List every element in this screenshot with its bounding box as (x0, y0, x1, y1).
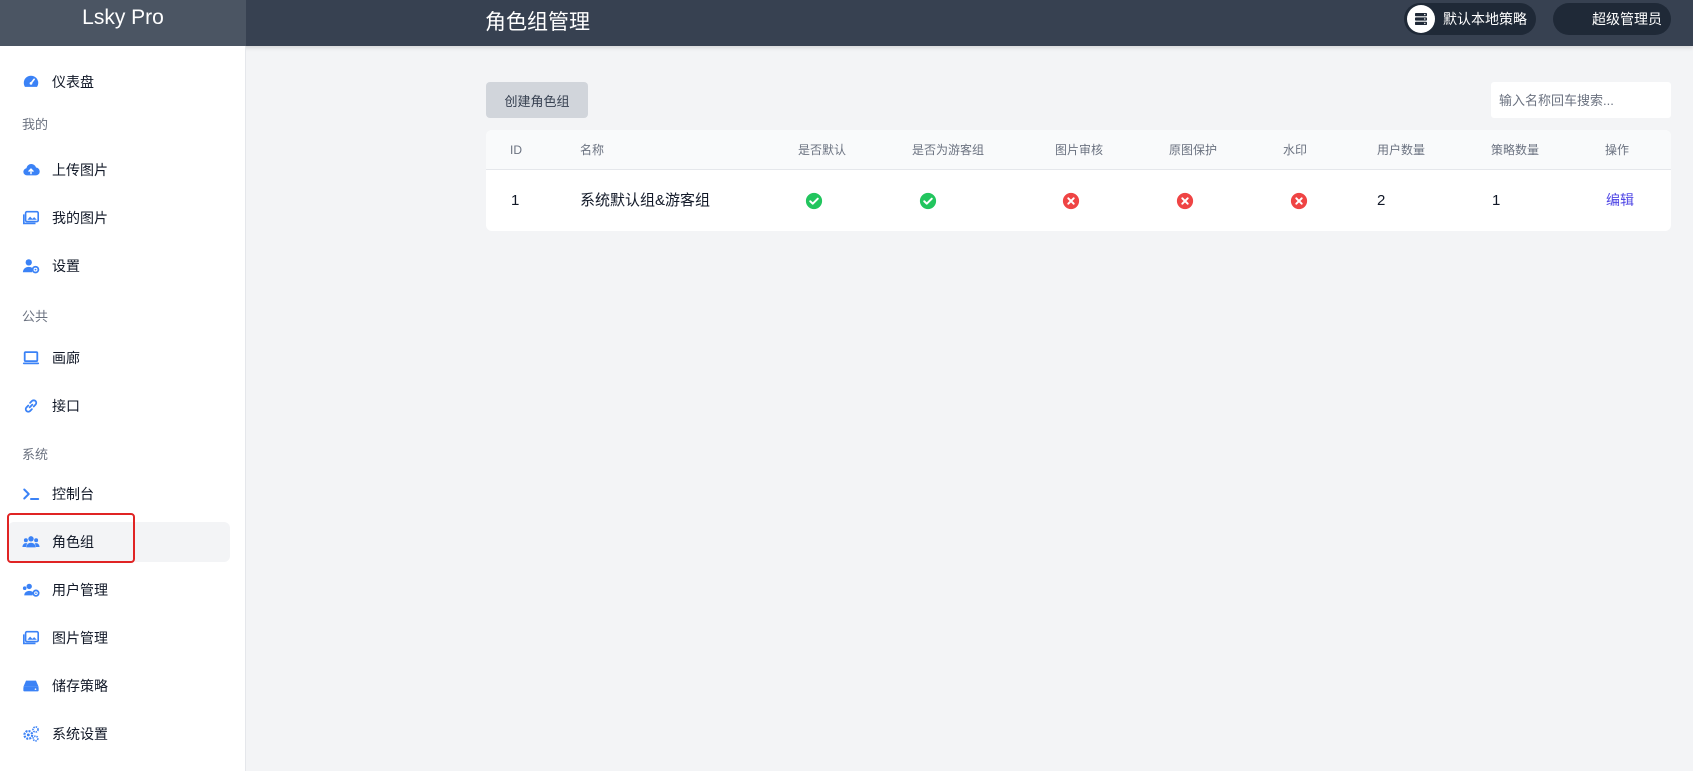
cogs-icon (23, 726, 39, 742)
sidebar-item-label: 系统设置 (52, 726, 108, 742)
brand-logo[interactable]: Lsky Pro (0, 0, 246, 46)
check-circle-icon (919, 192, 937, 210)
link-icon (24, 399, 38, 413)
sidebar-item-dashboard[interactable]: 仪表盘 (8, 62, 230, 102)
top-bar: Lsky Pro 角色组管理 默认本地策略 超级管理员 (0, 0, 1693, 46)
sidebar-item-settings[interactable]: 设置 (8, 246, 230, 286)
sidebar-item-console[interactable]: 控制台 (8, 474, 230, 514)
column-header-strategy-count: 策略数量 (1491, 143, 1540, 157)
section-label-mine: 我的 (22, 117, 49, 132)
sidebar-item-label: 图片管理 (52, 630, 108, 646)
page-title: 角色组管理 (485, 11, 590, 34)
sidebar-item-storage-strategy[interactable]: 储存策略 (8, 666, 230, 706)
gauge-icon (23, 75, 39, 87)
cloud-upload-icon (23, 163, 40, 176)
strategy-selector[interactable]: 默认本地策略 (1404, 3, 1536, 35)
sidebar-item-label: 储存策略 (52, 678, 108, 694)
cell-strategy-count: 1 (1492, 192, 1501, 209)
sidebar-item-gallery[interactable]: 画廊 (8, 338, 230, 378)
column-header-is-guest: 是否为游客组 (912, 143, 985, 157)
server-icon (1407, 5, 1435, 33)
x-circle-icon (1176, 192, 1194, 210)
sidebar-item-role-groups[interactable]: 角色组 (8, 522, 230, 562)
terminal-icon (23, 488, 40, 500)
sidebar-item-label: 我的图片 (52, 210, 108, 226)
cell-watermark (1290, 170, 1308, 231)
sidebar-item-user-management[interactable]: 用户管理 (8, 570, 230, 610)
sidebar-item-label: 控制台 (52, 486, 94, 502)
column-header-is-default: 是否默认 (798, 143, 847, 157)
section-label-public: 公共 (22, 309, 49, 324)
column-header-original-protect: 原图保护 (1169, 143, 1218, 157)
cell-action: 编辑 (1606, 170, 1634, 231)
table-header: ID 名称 是否默认 是否为游客组 图片审核 原图保护 水印 用户数量 策略数量… (486, 130, 1671, 170)
app-root: Lsky Pro 角色组管理 默认本地策略 超级管理员 仪表盘 我的 上传图片 … (0, 0, 1693, 771)
sidebar-item-api[interactable]: 接口 (8, 386, 230, 426)
edit-link[interactable]: 编辑 (1606, 192, 1634, 208)
create-role-group-button[interactable]: 创建角色组 (486, 82, 588, 118)
sidebar-item-label: 接口 (52, 398, 80, 414)
cell-image-review (1062, 170, 1080, 231)
column-header-watermark: 水印 (1283, 143, 1308, 157)
section-label-system: 系统 (22, 447, 49, 462)
sidebar-item-label: 设置 (52, 258, 80, 274)
cell-name: 系统默认组&游客组 (580, 192, 711, 209)
images-icon (22, 210, 40, 225)
hard-drive-icon (23, 680, 39, 692)
cell-id: 1 (511, 192, 520, 209)
user-cog-icon (22, 259, 40, 274)
images-icon (22, 630, 40, 645)
cell-original-protect (1176, 170, 1194, 231)
x-circle-icon (1290, 192, 1308, 210)
sidebar-item-label: 用户管理 (52, 582, 108, 598)
user-menu[interactable]: 超级管理员 (1553, 3, 1671, 35)
cell-is-default (805, 170, 823, 231)
sidebar: 仪表盘 我的 上传图片 我的图片 设置 公共 画廊 接口 系统 控制台 角色组 … (0, 46, 246, 771)
column-header-name: 名称 (580, 143, 605, 157)
x-circle-icon (1062, 192, 1080, 210)
monitor-icon (22, 351, 40, 365)
cell-is-guest (919, 170, 937, 231)
role-groups-table: ID 名称 是否默认 是否为游客组 图片审核 原图保护 水印 用户数量 策略数量… (486, 130, 1671, 231)
sidebar-item-image-management[interactable]: 图片管理 (8, 618, 230, 658)
sidebar-item-label: 仪表盘 (52, 74, 94, 90)
strategy-label: 默认本地策略 (1443, 11, 1527, 27)
sidebar-item-my-images[interactable]: 我的图片 (8, 198, 230, 238)
users-cog-icon (22, 583, 40, 597)
user-name: 超级管理员 (1592, 11, 1662, 27)
search-input[interactable] (1491, 82, 1671, 118)
column-header-action: 操作 (1605, 143, 1630, 157)
column-header-id: ID (510, 143, 522, 157)
column-header-image-review: 图片审核 (1055, 143, 1104, 157)
sidebar-item-upload[interactable]: 上传图片 (8, 150, 230, 190)
sidebar-item-label: 上传图片 (52, 162, 108, 178)
column-header-user-count: 用户数量 (1377, 143, 1426, 157)
sidebar-item-label: 角色组 (52, 534, 94, 550)
sidebar-item-label: 画廊 (52, 350, 80, 366)
check-circle-icon (805, 192, 823, 210)
sidebar-item-system-settings[interactable]: 系统设置 (8, 714, 230, 754)
users-icon (22, 536, 40, 548)
cell-user-count: 2 (1377, 192, 1386, 209)
